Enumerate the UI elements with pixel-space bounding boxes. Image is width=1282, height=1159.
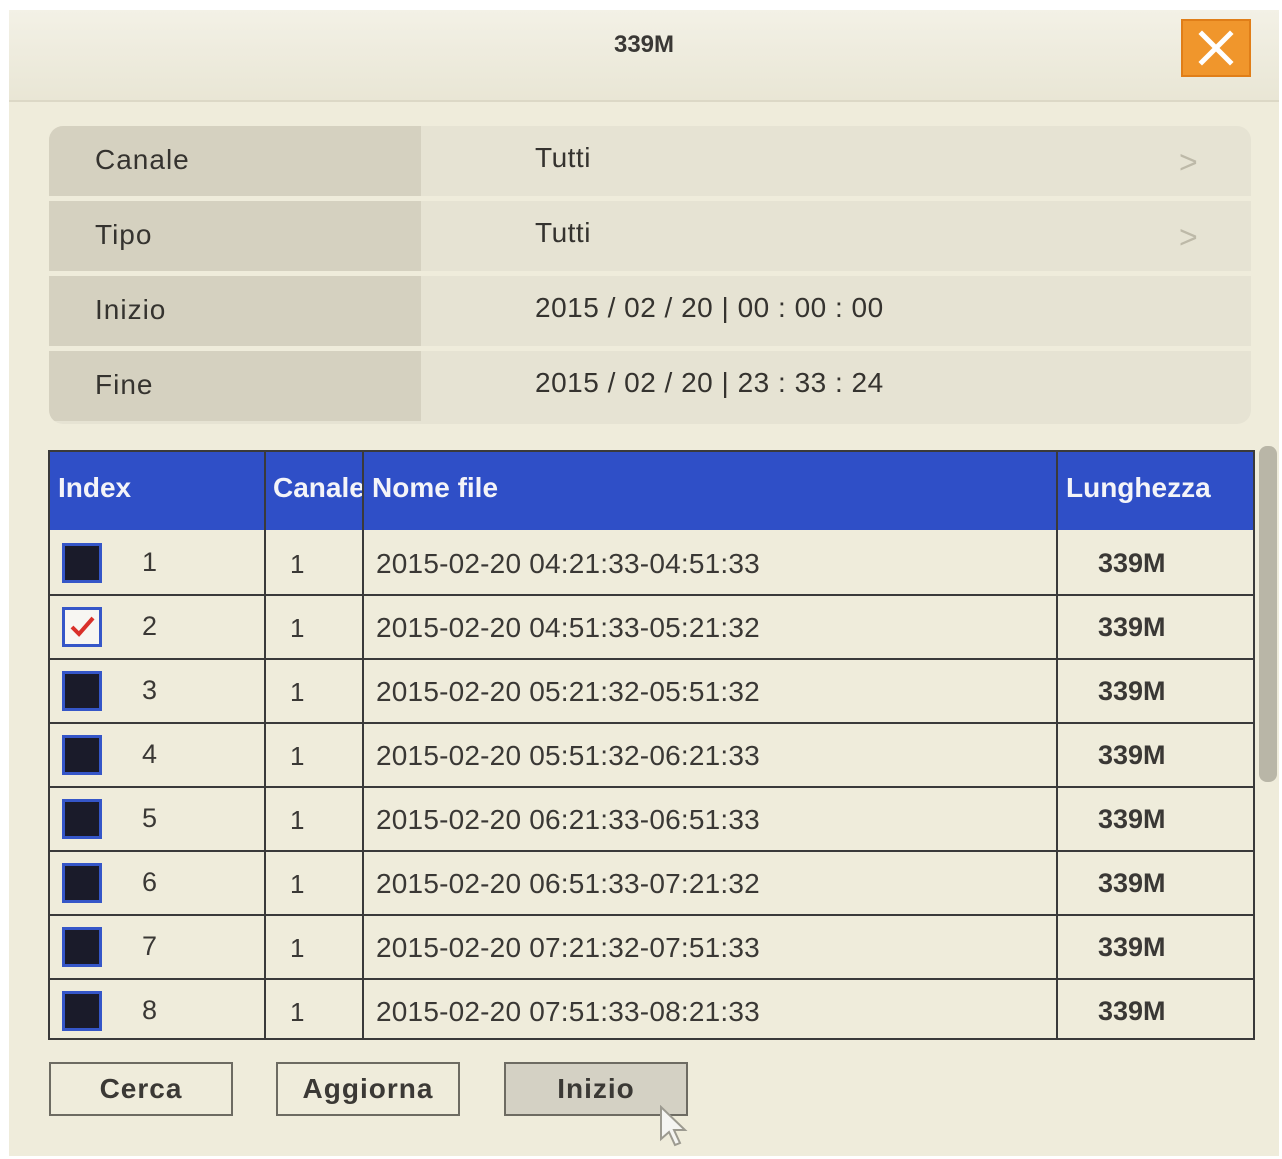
row-index: 2 — [142, 611, 158, 641]
title-bar: 339M — [9, 10, 1279, 102]
chevron-right-icon[interactable]: > — [1179, 144, 1198, 181]
row-index: 3 — [142, 675, 158, 705]
row-checkbox[interactable] — [62, 799, 102, 839]
row-index: 6 — [142, 867, 158, 897]
filter-label: Fine — [95, 369, 154, 400]
checkmark-icon — [70, 616, 95, 637]
row-lunghezza: 339M — [1098, 740, 1166, 770]
row-lunghezza: 339M — [1098, 804, 1166, 834]
row-nome-file: 2015-02-20 07:51:33-08:21:33 — [376, 996, 760, 1027]
filter-label: Canale — [95, 144, 190, 175]
row-canale: 1 — [290, 613, 305, 643]
column-header-lunghezza[interactable]: Lunghezza — [1066, 472, 1211, 504]
table-header: Index Canale Nome file Lunghezza — [50, 452, 1253, 530]
row-checkbox[interactable] — [62, 543, 102, 583]
row-checkbox[interactable] — [62, 607, 102, 647]
column-header-canale[interactable]: Canale — [273, 472, 365, 504]
row-canale: 1 — [290, 997, 305, 1027]
filter-row-tipo[interactable]: Tipo Tutti > — [49, 201, 1251, 271]
playback-search-dialog: 339M Canale Tutti > Tipo Tutti > Inizio … — [9, 10, 1279, 1156]
row-checkbox[interactable] — [62, 735, 102, 775]
row-index: 4 — [142, 739, 158, 769]
row-nome-file: 2015-02-20 06:21:33-06:51:33 — [376, 804, 760, 835]
cerca-button[interactable]: Cerca — [49, 1062, 233, 1116]
table-row[interactable]: 8 1 2015-02-20 07:51:33-08:21:33 339M — [50, 979, 1253, 1042]
row-canale: 1 — [290, 933, 305, 963]
row-lunghezza: 339M — [1098, 676, 1166, 706]
row-index: 7 — [142, 931, 158, 961]
dialog-title: 339M — [613, 31, 675, 58]
row-checkbox[interactable] — [62, 991, 102, 1031]
chevron-right-icon[interactable]: > — [1179, 219, 1198, 256]
mouse-pointer-icon — [660, 1105, 688, 1147]
filter-label: Inizio — [95, 294, 167, 325]
filter-row-inizio[interactable]: Inizio 2015 / 02 / 20 | 00 : 00 : 00 — [49, 276, 1251, 346]
row-lunghezza: 339M — [1098, 996, 1166, 1026]
row-nome-file: 2015-02-20 06:51:33-07:21:32 — [376, 868, 760, 899]
row-lunghezza: 339M — [1098, 612, 1166, 642]
column-header-index[interactable]: Index — [58, 472, 131, 504]
start-datetime-field[interactable]: 2015 / 02 / 20 | 00 : 00 : 00 — [535, 292, 884, 324]
row-checkbox[interactable] — [62, 863, 102, 903]
row-lunghezza: 339M — [1098, 932, 1166, 962]
row-canale: 1 — [290, 869, 305, 899]
row-canale: 1 — [290, 677, 305, 707]
table-row[interactable]: 4 1 2015-02-20 05:51:32-06:21:33 339M — [50, 723, 1253, 786]
row-index: 1 — [142, 547, 158, 577]
filter-value: Tutti — [535, 217, 591, 248]
column-header-nome-file[interactable]: Nome file — [372, 472, 498, 504]
aggiorna-button[interactable]: Aggiorna — [276, 1062, 460, 1116]
filter-panel: Canale Tutti > Tipo Tutti > Inizio 2015 … — [49, 126, 1251, 424]
table-row[interactable]: 7 1 2015-02-20 07:21:32-07:51:33 339M — [50, 915, 1253, 978]
row-canale: 1 — [290, 549, 305, 579]
close-button[interactable] — [1181, 19, 1251, 77]
table-row[interactable]: 5 1 2015-02-20 06:21:33-06:51:33 339M — [50, 787, 1253, 850]
row-nome-file: 2015-02-20 04:21:33-04:51:33 — [376, 548, 760, 579]
row-canale: 1 — [290, 805, 305, 835]
row-nome-file: 2015-02-20 07:21:32-07:51:33 — [376, 932, 760, 963]
row-canale: 1 — [290, 741, 305, 771]
table-row[interactable]: 1 1 2015-02-20 04:21:33-04:51:33 339M — [50, 531, 1253, 594]
row-checkbox[interactable] — [62, 671, 102, 711]
row-lunghezza: 339M — [1098, 548, 1166, 578]
recordings-table: Index Canale Nome file Lunghezza 1 1 201… — [48, 450, 1255, 1040]
row-nome-file: 2015-02-20 05:21:32-05:51:32 — [376, 676, 760, 707]
end-datetime-field[interactable]: 2015 / 02 / 20 | 23 : 33 : 24 — [535, 367, 884, 399]
filter-row-fine[interactable]: Fine 2015 / 02 / 20 | 23 : 33 : 24 — [49, 351, 1251, 421]
close-icon — [1198, 30, 1234, 66]
row-nome-file: 2015-02-20 04:51:33-05:21:32 — [376, 612, 760, 643]
table-row[interactable]: 6 1 2015-02-20 06:51:33-07:21:32 339M — [50, 851, 1253, 914]
row-lunghezza: 339M — [1098, 868, 1166, 898]
row-nome-file: 2015-02-20 05:51:32-06:21:33 — [376, 740, 760, 771]
table-row[interactable]: 2 1 2015-02-20 04:51:33-05:21:32 339M — [50, 595, 1253, 658]
filter-value: Tutti — [535, 142, 591, 173]
filter-label: Tipo — [95, 219, 153, 250]
filter-row-canale[interactable]: Canale Tutti > — [49, 126, 1251, 196]
table-row[interactable]: 3 1 2015-02-20 05:21:32-05:51:32 339M — [50, 659, 1253, 722]
scrollbar-thumb[interactable] — [1259, 446, 1277, 782]
row-index: 5 — [142, 803, 158, 833]
row-index: 8 — [142, 995, 158, 1025]
row-checkbox[interactable] — [62, 927, 102, 967]
